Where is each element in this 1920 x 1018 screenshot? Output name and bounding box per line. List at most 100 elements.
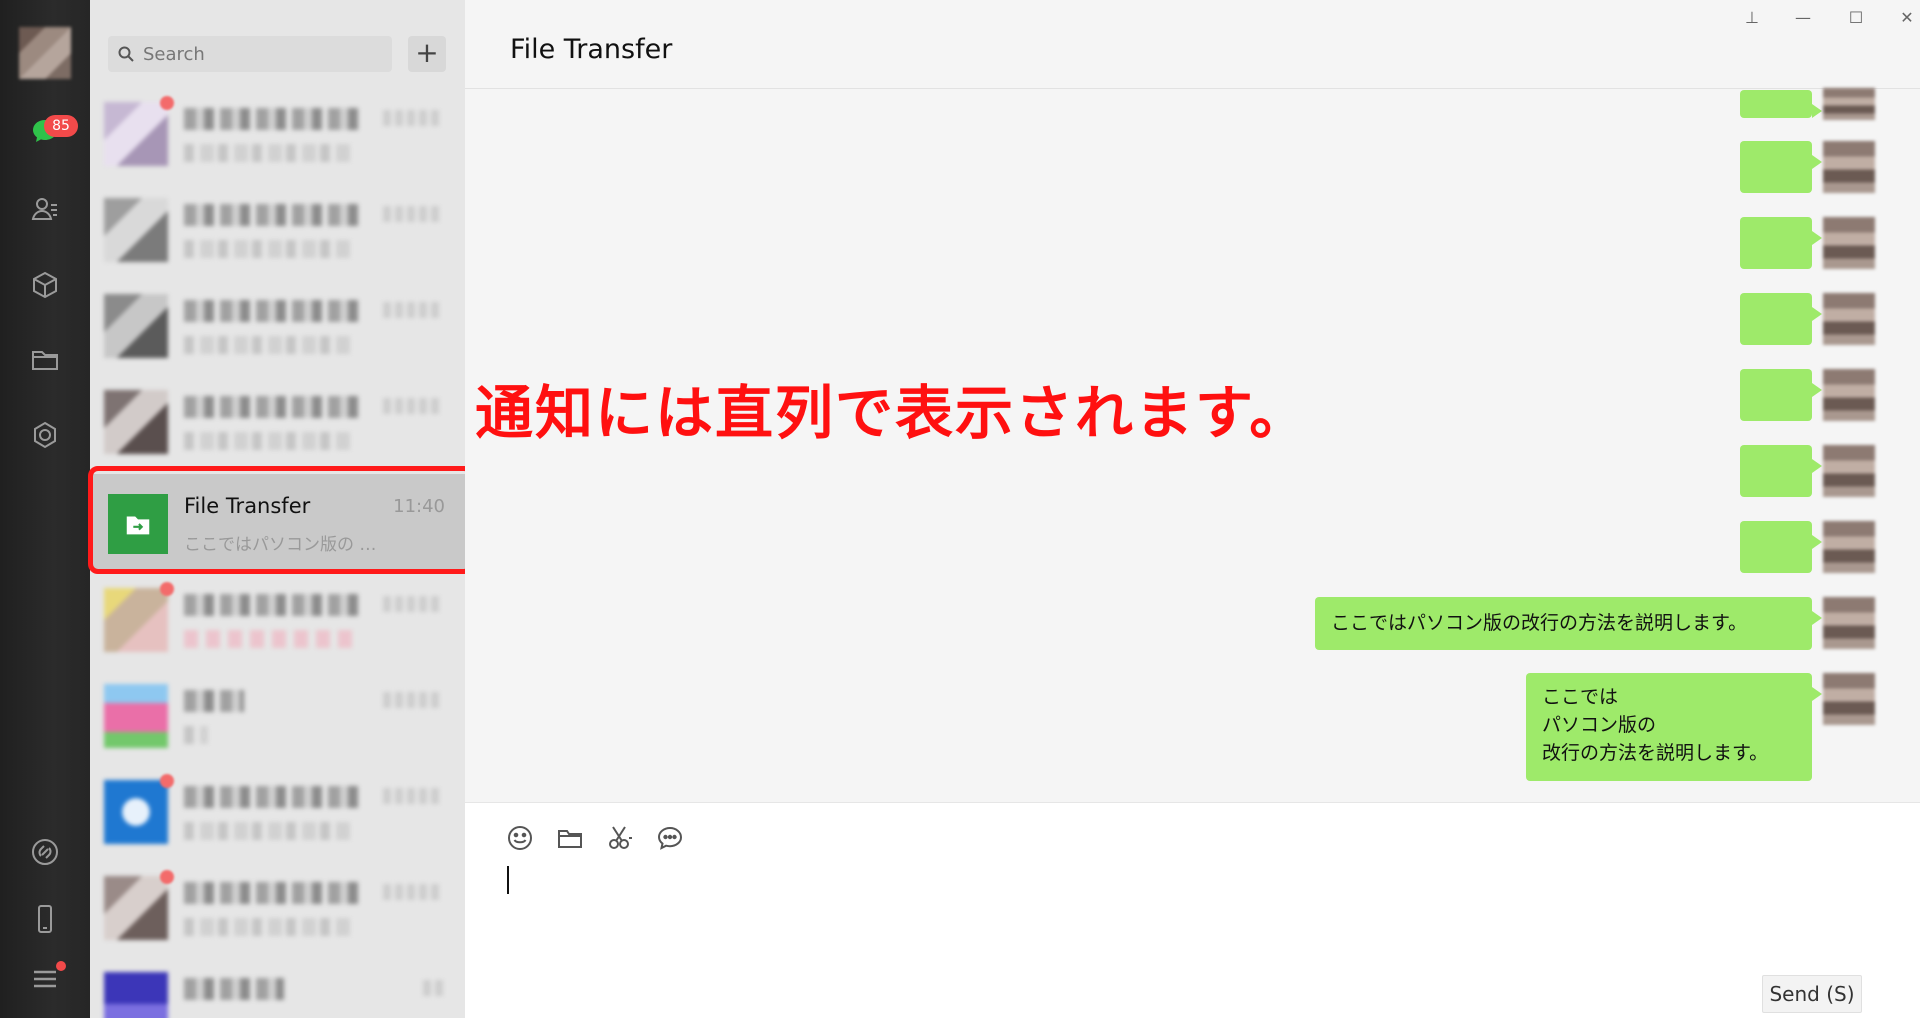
minimize-button[interactable]: — [1788,6,1818,30]
blurred-time [383,206,443,222]
blurred-name [184,690,244,712]
chat-list-item[interactable] [90,862,465,958]
nav-rail: 85 [0,0,90,1018]
message-bubble[interactable] [1740,521,1822,573]
blurred-name [184,300,364,322]
contact-avatar [104,972,168,1018]
link-icon[interactable] [26,833,64,871]
contact-avatar [104,684,168,748]
blurred-name [184,786,364,808]
contact-avatar [104,876,168,940]
blurred-name [184,204,364,226]
search-icon [118,46,134,62]
blurred-name [184,594,364,616]
message-bubble[interactable] [1740,369,1822,421]
contact-avatar [104,588,168,652]
sender-avatar [1823,369,1875,421]
sender-avatar [1823,521,1875,573]
emoji-icon[interactable] [503,821,537,855]
annotation-text: 通知には直列で表示されます。 [475,379,1310,447]
chat-list-item[interactable] [90,670,465,766]
blurred-time [383,692,443,708]
blurred-name [184,396,364,418]
maximize-button[interactable]: ☐ [1841,6,1871,30]
send-button[interactable]: Send (S) [1762,975,1862,1013]
blurred-preview [184,918,354,936]
message-bubble[interactable] [1740,90,1822,118]
chat-bubble-icon[interactable] [653,821,687,855]
message-line: ここでは [1542,686,1619,708]
contact-avatar [104,198,168,262]
sender-avatar [1823,597,1875,649]
blurred-time [383,398,443,414]
blurred-time [423,980,443,996]
message-bubble[interactable] [1740,217,1822,269]
blurred-name [184,882,364,904]
blurred-name [184,108,364,130]
unread-dot [160,870,174,884]
blurred-preview [184,630,354,648]
folder-icon[interactable] [553,821,587,855]
search-input[interactable] [143,43,373,65]
blurred-time [383,110,443,126]
contact-avatar [104,294,168,358]
phone-icon[interactable] [26,900,64,938]
sender-avatar [1823,141,1875,193]
blurred-preview [184,336,354,354]
chat-header: File Transfer ⊥ — ☐ ✕ [465,0,1920,89]
chat-list-item[interactable] [90,376,465,472]
search-box[interactable] [108,36,392,72]
close-button[interactable]: ✕ [1892,6,1920,30]
menu-notification-dot [56,961,66,971]
cube-icon[interactable] [26,266,64,304]
chat-list-item[interactable] [90,958,465,1018]
contacts-icon[interactable] [26,190,64,228]
blurred-time [383,302,443,318]
user-avatar[interactable] [19,27,71,79]
add-chat-button[interactable]: + [408,36,446,72]
search-bar: + [108,36,483,76]
sender-avatar [1823,445,1875,497]
folder-icon[interactable] [26,341,64,379]
message-line: パソコン版の [1542,714,1657,736]
scissors-icon[interactable] [603,821,637,855]
message-bubble[interactable] [1740,445,1822,497]
blurred-name [184,978,284,1000]
blurred-time [383,884,443,900]
chat-list-item[interactable] [90,280,465,376]
unread-dot [160,774,174,788]
mini-program-icon[interactable] [26,416,64,454]
message-composer: Send (S) [465,802,1920,1018]
chat-list-item[interactable] [90,88,465,184]
chat-title: File Transfer [510,34,673,65]
message-bubble[interactable] [1740,293,1822,345]
blurred-preview [184,432,354,450]
sender-avatar [1823,673,1875,725]
contact-avatar [104,102,168,166]
message-bubble[interactable] [1740,141,1822,193]
blurred-preview [184,240,354,258]
blurred-time [383,596,443,612]
message-bubble-single-line[interactable]: ここではパソコン版の改行の方法を説明します。 [1315,597,1822,650]
sender-avatar [1823,88,1875,120]
unread-dot [160,582,174,596]
sender-avatar [1823,217,1875,269]
sender-avatar [1823,293,1875,345]
text-caret[interactable] [507,866,509,894]
chat-list-item[interactable] [90,574,465,670]
blurred-time [383,788,443,804]
contact-avatar [104,780,168,844]
pin-icon[interactable]: ⊥ [1737,6,1767,30]
chat-list-item[interactable] [90,766,465,862]
unread-dot [160,96,174,110]
blurred-preview [184,726,208,744]
chat-panel: File Transfer ⊥ — ☐ ✕ ここではパソコン版の改行の方法を説明… [465,0,1920,1018]
blurred-preview [184,822,354,840]
contact-avatar [104,390,168,454]
chat-list-item[interactable] [90,184,465,280]
blurred-preview [184,144,354,162]
message-line: 改行の方法を説明します。 [1542,742,1769,764]
unread-badge: 85 [44,115,78,137]
message-bubble-multiline[interactable]: ここでは パソコン版の 改行の方法を説明します。 [1526,673,1822,781]
highlight-box [88,466,474,574]
